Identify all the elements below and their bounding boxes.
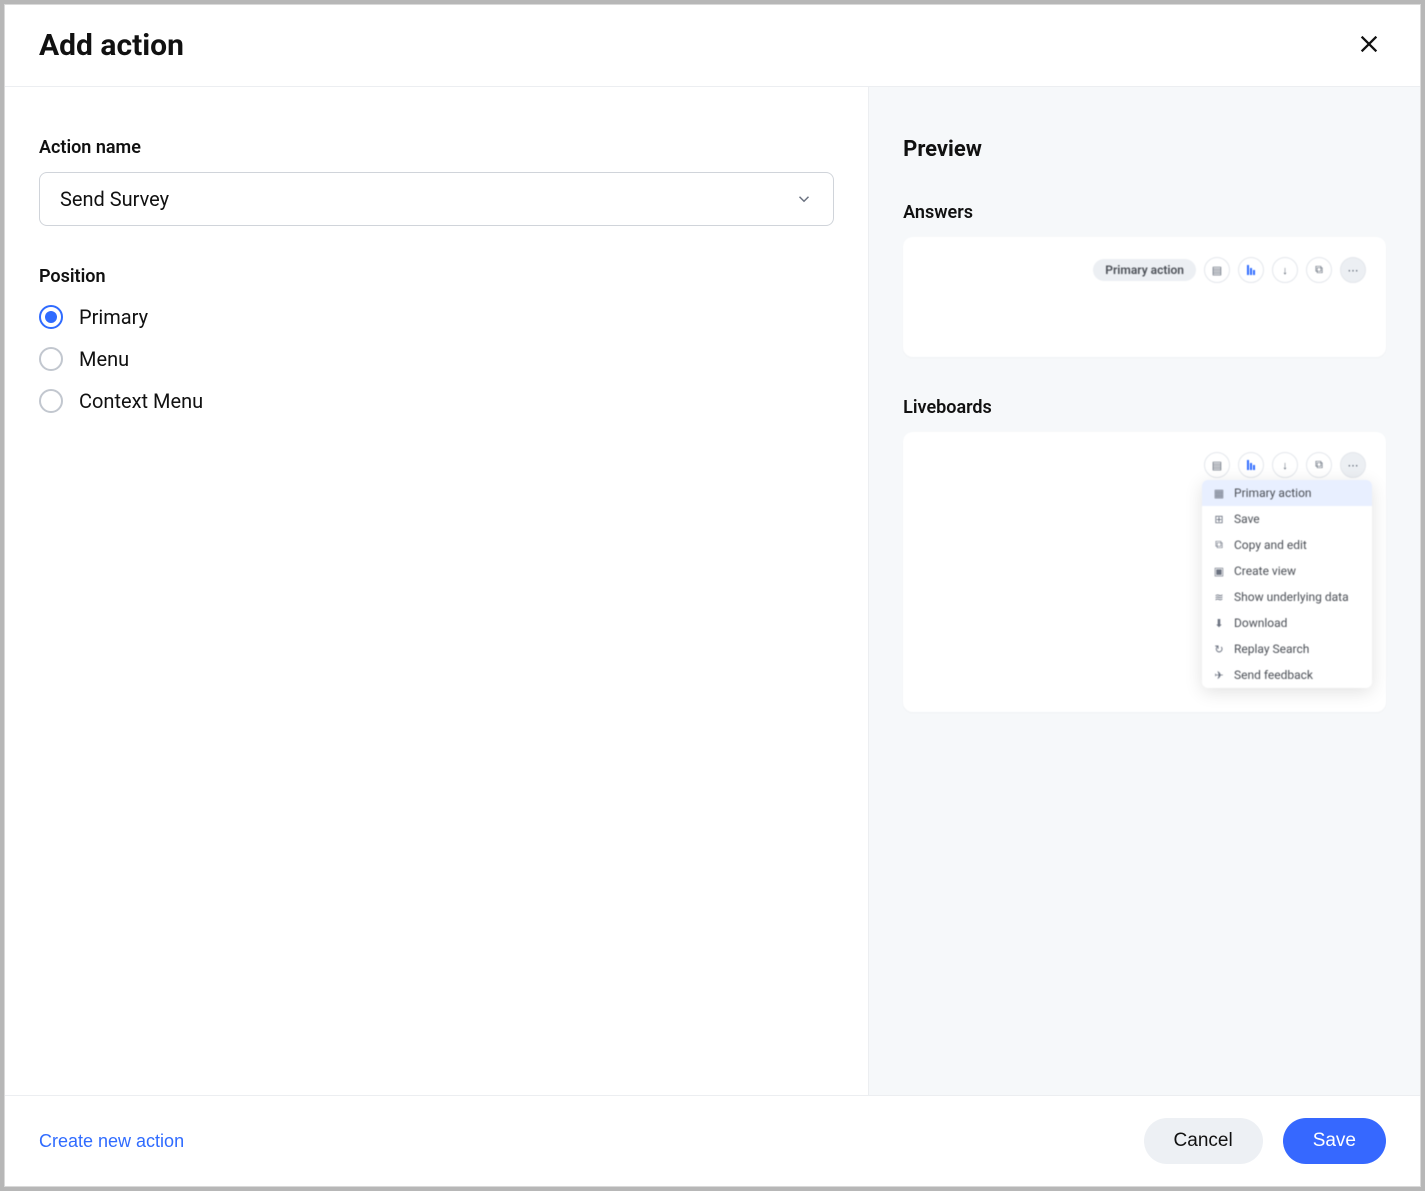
preview-pane: Preview Answers Primary action ▤ ↓ ⧉ ⋯ L…: [868, 87, 1420, 1095]
view-icon: ▣: [1212, 564, 1226, 578]
context-menu-popup: ▦ Primary action ⊞ Save ⧉ Copy and edit …: [1202, 480, 1372, 688]
form-pane: Action name Send Survey Position Primary…: [5, 87, 868, 1095]
action-name-label: Action name: [39, 137, 834, 158]
position-radio-context-menu[interactable]: Context Menu: [39, 389, 834, 413]
pin-icon: ↓: [1272, 257, 1298, 283]
modal-title: Add action: [39, 28, 184, 63]
bell-icon: ⧉: [1306, 257, 1332, 283]
replay-icon: ↻: [1212, 642, 1226, 656]
preview-heading: Preview: [903, 137, 1386, 162]
bell-icon: ⧉: [1306, 452, 1332, 478]
more-icon: ⋯: [1340, 257, 1366, 283]
answers-preview-card: Primary action ▤ ↓ ⧉ ⋯: [903, 237, 1386, 357]
position-radio-menu[interactable]: Menu: [39, 347, 834, 371]
menu-item-create-view: ▣ Create view: [1202, 558, 1372, 584]
save-icon: ⊞: [1212, 512, 1226, 526]
menu-item-replay-search: ↻ Replay Search: [1202, 636, 1372, 662]
create-new-action-link[interactable]: Create new action: [39, 1131, 184, 1152]
download-icon: ⬇: [1212, 616, 1226, 630]
menu-item-save: ⊞ Save: [1202, 506, 1372, 532]
action-name-value: Send Survey: [60, 187, 169, 211]
save-button[interactable]: Save: [1283, 1118, 1386, 1164]
menu-item-primary-action: ▦ Primary action: [1202, 480, 1372, 506]
table-icon: ▤: [1204, 257, 1230, 283]
table-icon: ▤: [1204, 452, 1230, 478]
copy-icon: ⧉: [1212, 538, 1226, 552]
modal-footer: Create new action Cancel Save: [5, 1095, 1420, 1186]
close-button[interactable]: [1352, 27, 1386, 64]
chevron-down-icon: [795, 190, 813, 208]
add-action-modal: Add action Action name Send Survey Posit…: [4, 4, 1421, 1187]
chart-icon: [1238, 452, 1264, 478]
position-group: Position Primary Menu Context Menu: [39, 266, 834, 413]
chart-icon: [1238, 257, 1264, 283]
answers-label: Answers: [903, 202, 1386, 223]
menu-item-send-feedback: ✈ Send feedback: [1202, 662, 1372, 688]
close-icon: [1358, 33, 1380, 55]
radio-label: Menu: [79, 347, 129, 371]
radio-icon: [39, 305, 63, 329]
modal-header: Add action: [5, 5, 1420, 87]
cancel-button[interactable]: Cancel: [1144, 1118, 1263, 1164]
menu-item-show-underlying: ≋ Show underlying data: [1202, 584, 1372, 610]
action-name-select[interactable]: Send Survey: [39, 172, 834, 226]
position-radio-primary[interactable]: Primary: [39, 305, 834, 329]
menu-item-copy-edit: ⧉ Copy and edit: [1202, 532, 1372, 558]
pin-icon: ↓: [1272, 452, 1298, 478]
position-label: Position: [39, 266, 834, 287]
radio-label: Context Menu: [79, 389, 203, 413]
radio-label: Primary: [79, 305, 148, 329]
more-icon: ⋯: [1340, 452, 1366, 478]
primary-action-pill: Primary action: [1093, 259, 1196, 281]
radio-icon: [39, 347, 63, 371]
list-icon: ▦: [1212, 486, 1226, 500]
liveboards-preview-card: ▤ ↓ ⧉ ⋯ ▦ Primary action ⊞ Save: [903, 432, 1386, 712]
modal-body: Action name Send Survey Position Primary…: [5, 87, 1420, 1095]
radio-icon: [39, 389, 63, 413]
menu-item-download: ⬇ Download: [1202, 610, 1372, 636]
send-icon: ✈: [1212, 668, 1226, 682]
layers-icon: ≋: [1212, 590, 1226, 604]
liveboards-label: Liveboards: [903, 397, 1386, 418]
